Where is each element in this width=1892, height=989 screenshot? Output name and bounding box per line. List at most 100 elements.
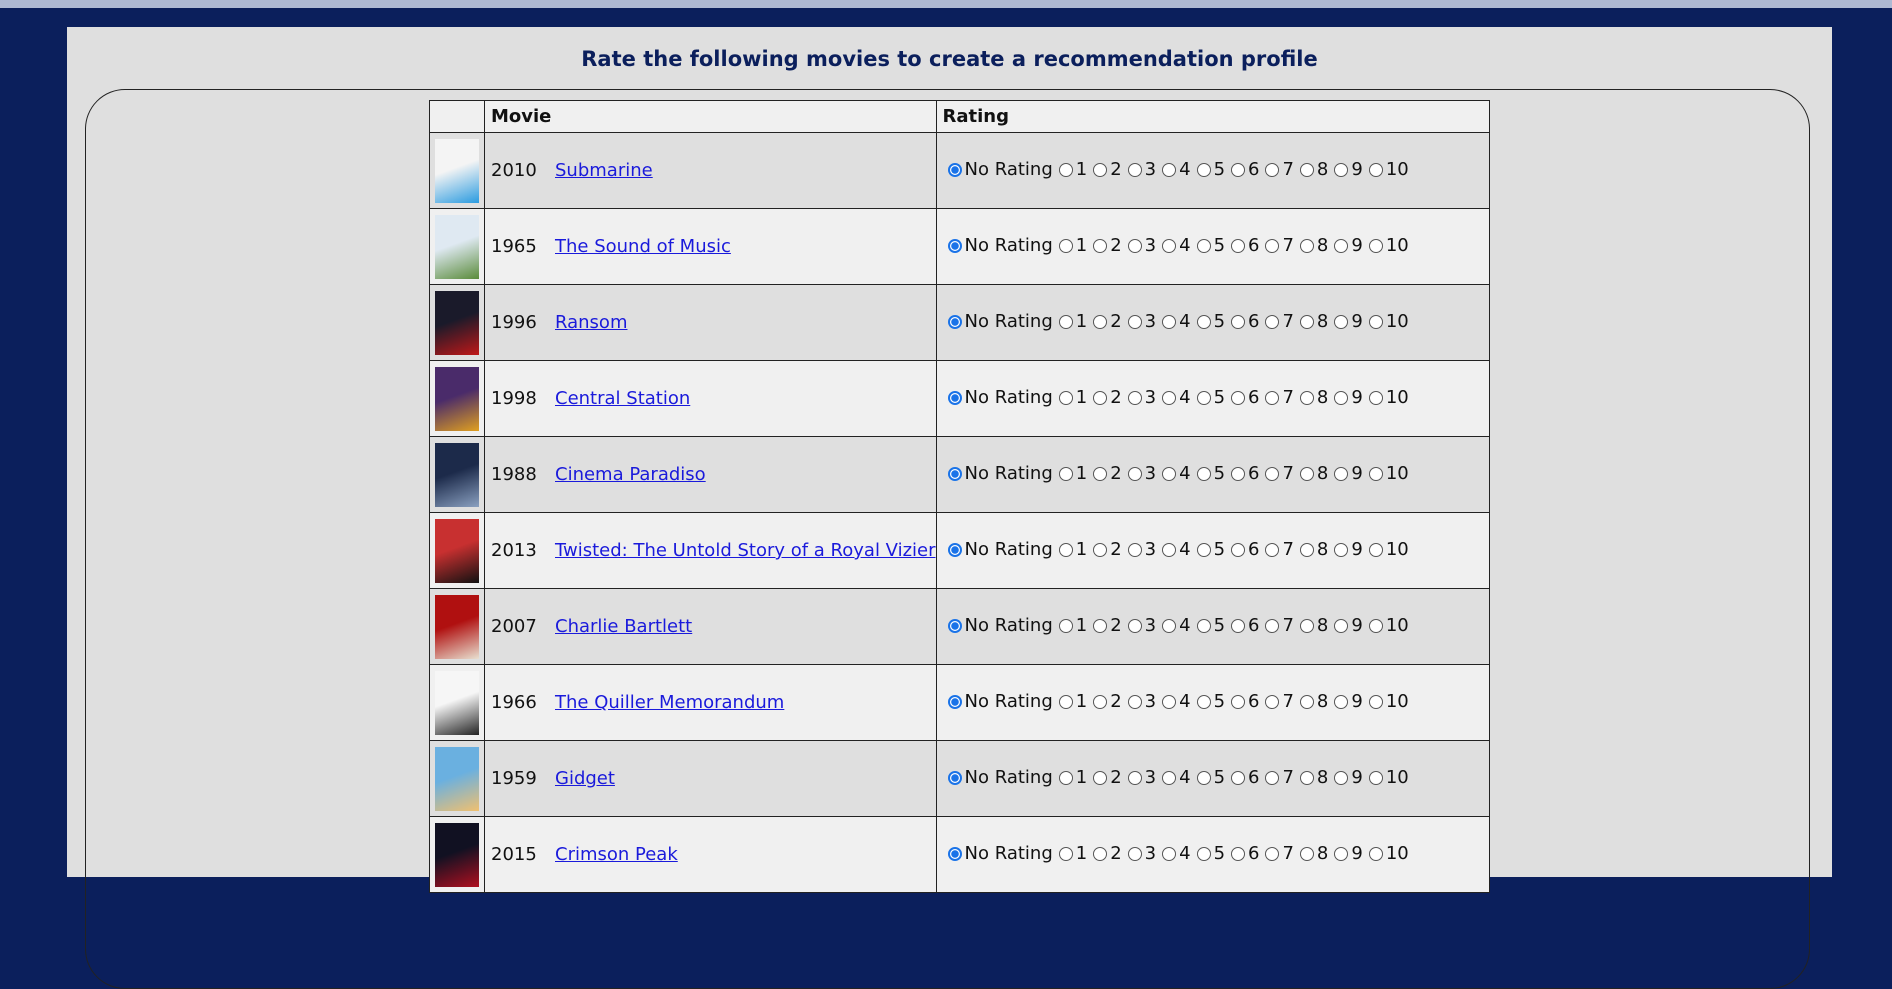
- radio-button[interactable]: [1334, 466, 1349, 481]
- radio-button[interactable]: [1299, 694, 1314, 709]
- radio-button[interactable]: [1093, 390, 1108, 405]
- rating-option-2[interactable]: 2: [1093, 691, 1122, 712]
- radio-button[interactable]: [1231, 846, 1246, 861]
- rating-option-5[interactable]: 5: [1196, 691, 1225, 712]
- movie-title-link[interactable]: Charlie Bartlett: [555, 616, 692, 637]
- rating-option-2[interactable]: 2: [1093, 463, 1122, 484]
- radio-button[interactable]: [1127, 770, 1142, 785]
- rating-option-9[interactable]: 9: [1334, 767, 1363, 788]
- radio-button[interactable]: [1093, 618, 1108, 633]
- movie-title-link[interactable]: Central Station: [555, 388, 690, 409]
- radio-button[interactable]: [1127, 314, 1142, 329]
- radio-button[interactable]: [1196, 770, 1211, 785]
- radio-button[interactable]: [1093, 238, 1108, 253]
- rating-option-3[interactable]: 3: [1127, 691, 1156, 712]
- movie-title-link[interactable]: Twisted: The Untold Story of a Royal Viz…: [555, 540, 936, 561]
- radio-button[interactable]: [1299, 846, 1314, 861]
- rating-option-3[interactable]: 3: [1127, 159, 1156, 180]
- rating-option-none[interactable]: No Rating: [947, 843, 1053, 864]
- rating-option-4[interactable]: 4: [1162, 235, 1191, 256]
- radio-button[interactable]: [1127, 694, 1142, 709]
- rating-option-8[interactable]: 8: [1299, 615, 1328, 636]
- rating-option-1[interactable]: 1: [1058, 387, 1087, 408]
- radio-button[interactable]: [1368, 694, 1383, 709]
- rating-option-none[interactable]: No Rating: [947, 235, 1053, 256]
- rating-option-7[interactable]: 7: [1265, 387, 1294, 408]
- radio-button[interactable]: [1162, 466, 1177, 481]
- rating-option-3[interactable]: 3: [1127, 311, 1156, 332]
- rating-option-2[interactable]: 2: [1093, 311, 1122, 332]
- radio-button[interactable]: [947, 694, 962, 709]
- rating-option-5[interactable]: 5: [1196, 311, 1225, 332]
- rating-option-3[interactable]: 3: [1127, 767, 1156, 788]
- rating-option-9[interactable]: 9: [1334, 311, 1363, 332]
- radio-button[interactable]: [1265, 314, 1280, 329]
- rating-option-6[interactable]: 6: [1231, 539, 1259, 560]
- radio-button[interactable]: [1265, 466, 1280, 481]
- rating-option-7[interactable]: 7: [1265, 235, 1294, 256]
- radio-button[interactable]: [1231, 618, 1246, 633]
- radio-button[interactable]: [1265, 390, 1280, 405]
- rating-option-9[interactable]: 9: [1334, 159, 1363, 180]
- radio-button[interactable]: [1299, 618, 1314, 633]
- radio-button[interactable]: [1334, 846, 1349, 861]
- rating-option-4[interactable]: 4: [1162, 843, 1191, 864]
- rating-option-none[interactable]: No Rating: [947, 387, 1053, 408]
- rating-option-3[interactable]: 3: [1127, 539, 1156, 560]
- radio-button[interactable]: [1334, 618, 1349, 633]
- rating-option-1[interactable]: 1: [1058, 463, 1087, 484]
- rating-option-none[interactable]: No Rating: [947, 159, 1053, 180]
- radio-button[interactable]: [1162, 542, 1177, 557]
- radio-button[interactable]: [1299, 162, 1314, 177]
- radio-button[interactable]: [947, 846, 962, 861]
- rating-option-4[interactable]: 4: [1162, 691, 1191, 712]
- rating-option-3[interactable]: 3: [1127, 235, 1156, 256]
- rating-option-9[interactable]: 9: [1334, 387, 1363, 408]
- rating-option-10[interactable]: 10: [1368, 691, 1409, 712]
- rating-option-10[interactable]: 10: [1368, 615, 1409, 636]
- radio-button[interactable]: [1265, 846, 1280, 861]
- radio-button[interactable]: [1231, 770, 1246, 785]
- rating-option-2[interactable]: 2: [1093, 159, 1122, 180]
- rating-option-7[interactable]: 7: [1265, 691, 1294, 712]
- radio-button[interactable]: [1058, 314, 1073, 329]
- radio-button[interactable]: [1265, 162, 1280, 177]
- radio-button[interactable]: [1231, 314, 1246, 329]
- radio-button[interactable]: [1093, 466, 1108, 481]
- rating-option-6[interactable]: 6: [1231, 463, 1259, 484]
- rating-option-10[interactable]: 10: [1368, 463, 1409, 484]
- radio-button[interactable]: [1093, 314, 1108, 329]
- rating-option-1[interactable]: 1: [1058, 539, 1087, 560]
- rating-option-1[interactable]: 1: [1058, 159, 1087, 180]
- radio-button[interactable]: [1162, 314, 1177, 329]
- rating-option-1[interactable]: 1: [1058, 691, 1087, 712]
- radio-button[interactable]: [1299, 314, 1314, 329]
- radio-button[interactable]: [1058, 390, 1073, 405]
- rating-option-4[interactable]: 4: [1162, 463, 1191, 484]
- rating-option-5[interactable]: 5: [1196, 235, 1225, 256]
- rating-option-2[interactable]: 2: [1093, 615, 1122, 636]
- movie-title-link[interactable]: The Quiller Memorandum: [555, 692, 784, 713]
- rating-option-5[interactable]: 5: [1196, 767, 1225, 788]
- rating-option-10[interactable]: 10: [1368, 539, 1409, 560]
- rating-option-5[interactable]: 5: [1196, 463, 1225, 484]
- rating-option-3[interactable]: 3: [1127, 615, 1156, 636]
- radio-button[interactable]: [1334, 238, 1349, 253]
- radio-button[interactable]: [1334, 542, 1349, 557]
- rating-option-none[interactable]: No Rating: [947, 463, 1053, 484]
- radio-button[interactable]: [1127, 390, 1142, 405]
- rating-option-6[interactable]: 6: [1231, 159, 1259, 180]
- radio-button[interactable]: [947, 162, 962, 177]
- radio-button[interactable]: [1265, 770, 1280, 785]
- rating-option-10[interactable]: 10: [1368, 235, 1409, 256]
- rating-option-8[interactable]: 8: [1299, 235, 1328, 256]
- radio-button[interactable]: [947, 238, 962, 253]
- rating-option-7[interactable]: 7: [1265, 615, 1294, 636]
- radio-button[interactable]: [1093, 542, 1108, 557]
- radio-button[interactable]: [1127, 618, 1142, 633]
- rating-option-none[interactable]: No Rating: [947, 615, 1053, 636]
- rating-option-10[interactable]: 10: [1368, 311, 1409, 332]
- radio-button[interactable]: [1368, 466, 1383, 481]
- rating-option-none[interactable]: No Rating: [947, 539, 1053, 560]
- rating-option-8[interactable]: 8: [1299, 539, 1328, 560]
